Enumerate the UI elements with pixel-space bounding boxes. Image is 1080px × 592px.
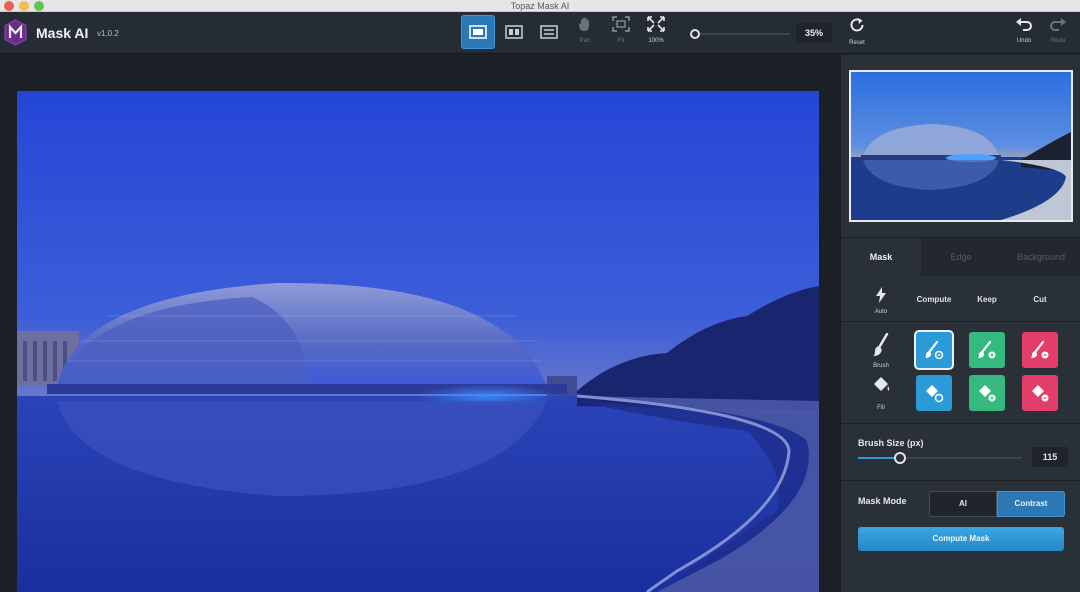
single-view-button[interactable] — [461, 15, 495, 49]
panel-divider — [841, 423, 1080, 424]
brush-label: Brush — [873, 363, 889, 369]
app-name: Mask AI — [36, 25, 89, 41]
cut-brush-button[interactable] — [1022, 332, 1058, 368]
undo-button[interactable]: Undo — [1007, 16, 1041, 50]
cut-column-header: Cut — [1033, 295, 1047, 304]
expand-icon — [647, 16, 665, 32]
side-by-side-view-icon — [540, 25, 558, 39]
reset-button[interactable]: Reset — [840, 16, 874, 50]
zoom-100-button[interactable]: 100% — [639, 16, 673, 50]
bucket-plus-icon — [979, 385, 996, 402]
window-titlebar: Topaz Mask AI — [0, 0, 1080, 12]
split-view-button[interactable] — [497, 15, 531, 49]
tab-background[interactable]: Background — [1001, 238, 1080, 276]
compute-fill-button[interactable] — [916, 375, 952, 411]
undo-label: Undo — [1016, 38, 1032, 44]
opera-house-photo — [17, 91, 819, 592]
panel-divider — [841, 480, 1080, 481]
fill-label: Fill — [877, 405, 885, 411]
hand-icon — [578, 17, 589, 31]
keep-fill-button[interactable] — [969, 375, 1005, 411]
pan-label: Pan — [579, 38, 591, 44]
topaz-logo-icon — [4, 19, 27, 46]
bucket-minus-icon — [1032, 385, 1049, 402]
fill-tool-label-group: Fill — [861, 375, 901, 411]
brush-tool-label-group: Brush — [861, 332, 901, 369]
fit-button[interactable]: Fit — [604, 16, 638, 50]
mask-mode-contrast-button[interactable]: Contrast — [997, 491, 1065, 517]
paintbrush-icon — [873, 332, 889, 356]
brush-plus-icon — [925, 340, 944, 360]
split-view-icon — [505, 25, 523, 39]
tab-edge[interactable]: Edge — [921, 238, 1001, 276]
zoom-value[interactable]: 35% — [796, 23, 832, 43]
panel-divider — [841, 321, 1080, 322]
compute-column-header: Compute — [916, 295, 952, 304]
redo-button[interactable]: Redo — [1041, 16, 1075, 50]
side-by-side-view-button[interactable] — [532, 15, 566, 49]
fit-label: Fit — [617, 38, 625, 44]
pan-button[interactable]: Pan — [568, 16, 602, 50]
compute-brush-button[interactable] — [916, 332, 952, 368]
zoom-slider-track — [690, 33, 790, 35]
brush-minus-icon — [1031, 340, 1049, 359]
auto-label: Auto — [874, 309, 888, 315]
app-version: v1.0.2 — [97, 29, 119, 38]
window-title: Topaz Mask AI — [510, 1, 570, 11]
auto-button[interactable]: Auto — [861, 287, 901, 315]
paint-bucket-icon — [874, 377, 890, 391]
zoom-100-label: 100% — [648, 38, 664, 44]
zoom-slider-knob[interactable] — [690, 29, 700, 39]
redo-icon — [1050, 18, 1066, 31]
right-panel: Mask Edge Background Auto Compute Keep C… — [840, 55, 1080, 592]
bucket-plus-icon — [926, 385, 944, 403]
keep-brush-button[interactable] — [969, 332, 1005, 368]
zoom-slider[interactable] — [690, 29, 790, 39]
single-view-icon — [469, 25, 487, 39]
undo-icon — [1016, 18, 1032, 31]
keep-column-header: Keep — [977, 295, 997, 304]
tab-mask[interactable]: Mask — [841, 238, 921, 276]
fit-icon — [612, 16, 630, 32]
mask-mode-label: Mask Mode — [858, 496, 907, 506]
reset-label: Reset — [849, 40, 865, 46]
brush-plus-icon — [978, 340, 996, 359]
panel-tabs: Mask Edge Background — [841, 238, 1080, 276]
image-canvas[interactable] — [0, 55, 840, 592]
cut-fill-button[interactable] — [1022, 375, 1058, 411]
brush-size-value[interactable]: 115 — [1032, 447, 1068, 467]
top-toolbar: Mask AI v1.0.2 Pan Fit 100% 35% Reset Un… — [0, 12, 1080, 54]
navigator-thumbnail[interactable] — [849, 70, 1073, 222]
redo-label: Redo — [1050, 38, 1066, 44]
brush-size-label: Brush Size (px) — [858, 438, 924, 448]
compute-mask-button[interactable]: Compute Mask — [858, 527, 1064, 551]
brush-size-slider[interactable] — [894, 452, 906, 464]
mask-mode-ai-button[interactable]: AI — [929, 491, 997, 517]
reset-icon — [850, 18, 864, 32]
photo-preview[interactable] — [17, 91, 819, 592]
lightning-icon — [876, 287, 886, 303]
navigator-photo — [851, 72, 1071, 220]
